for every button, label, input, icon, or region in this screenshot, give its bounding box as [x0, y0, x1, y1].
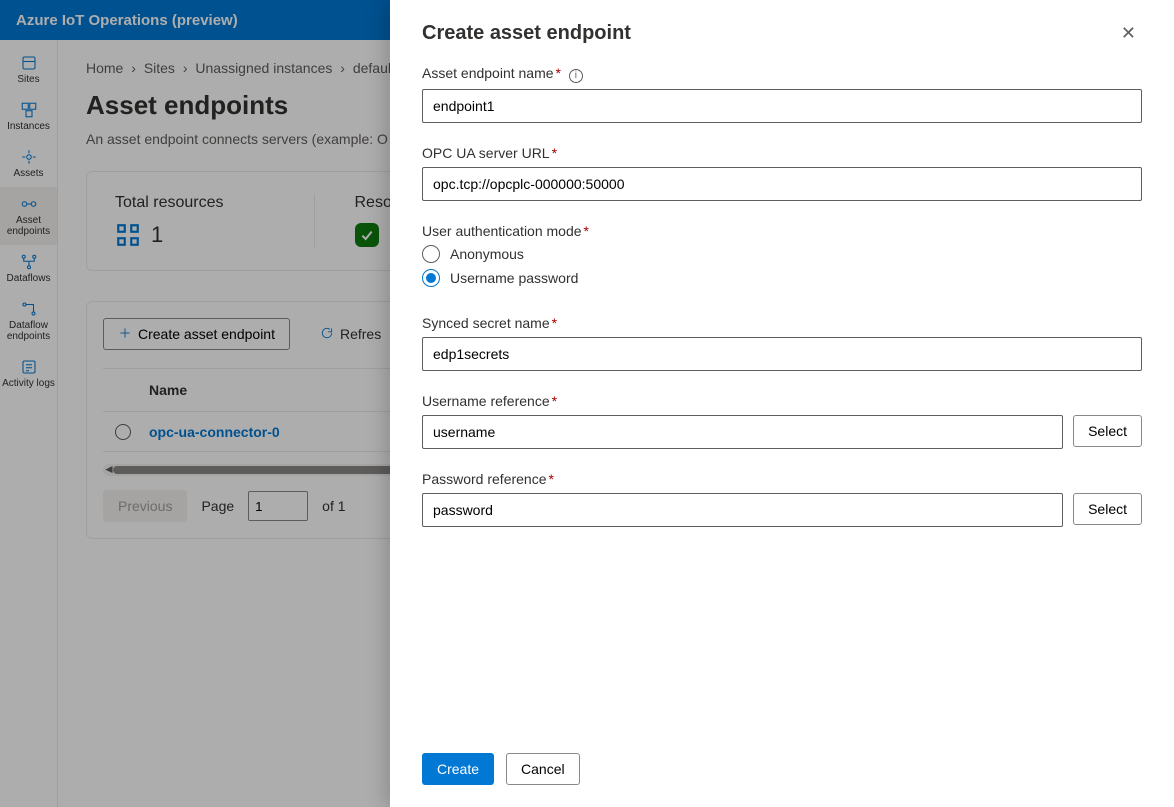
server-url-input[interactable] — [422, 167, 1142, 201]
field-label: OPC UA server URL* — [422, 145, 1142, 161]
field-label: Asset endpoint name* i — [422, 65, 1142, 83]
close-icon: ✕ — [1121, 23, 1136, 43]
password-reference-input[interactable] — [422, 493, 1063, 527]
panel-footer: Create Cancel — [422, 737, 1142, 785]
create-asset-endpoint-panel: Create asset endpoint ✕ Asset endpoint n… — [390, 0, 1174, 807]
cancel-button[interactable]: Cancel — [506, 753, 580, 785]
field-username-reference: Username reference* Select — [422, 393, 1142, 449]
auth-mode-anonymous-radio[interactable]: Anonymous — [422, 245, 1142, 263]
create-button[interactable]: Create — [422, 753, 494, 785]
field-label: Username reference* — [422, 393, 1142, 409]
radio-label: Anonymous — [450, 246, 524, 262]
radio-label: Username password — [450, 270, 578, 286]
endpoint-name-input[interactable] — [422, 89, 1142, 123]
field-password-reference: Password reference* Select — [422, 471, 1142, 527]
field-endpoint-name: Asset endpoint name* i — [422, 65, 1142, 123]
secret-name-input[interactable] — [422, 337, 1142, 371]
field-label: Password reference* — [422, 471, 1142, 487]
select-password-button[interactable]: Select — [1073, 493, 1142, 525]
field-auth-mode: User authentication mode* Anonymous User… — [422, 223, 1142, 293]
close-button[interactable]: ✕ — [1115, 22, 1142, 45]
info-icon[interactable]: i — [569, 69, 583, 83]
auth-mode-username-password-radio[interactable]: Username password — [422, 269, 1142, 287]
field-label: User authentication mode* — [422, 223, 1142, 239]
select-username-button[interactable]: Select — [1073, 415, 1142, 447]
field-label: Synced secret name* — [422, 315, 1142, 331]
username-reference-input[interactable] — [422, 415, 1063, 449]
field-secret-name: Synced secret name* — [422, 315, 1142, 371]
panel-title: Create asset endpoint — [422, 22, 631, 45]
field-server-url: OPC UA server URL* — [422, 145, 1142, 201]
